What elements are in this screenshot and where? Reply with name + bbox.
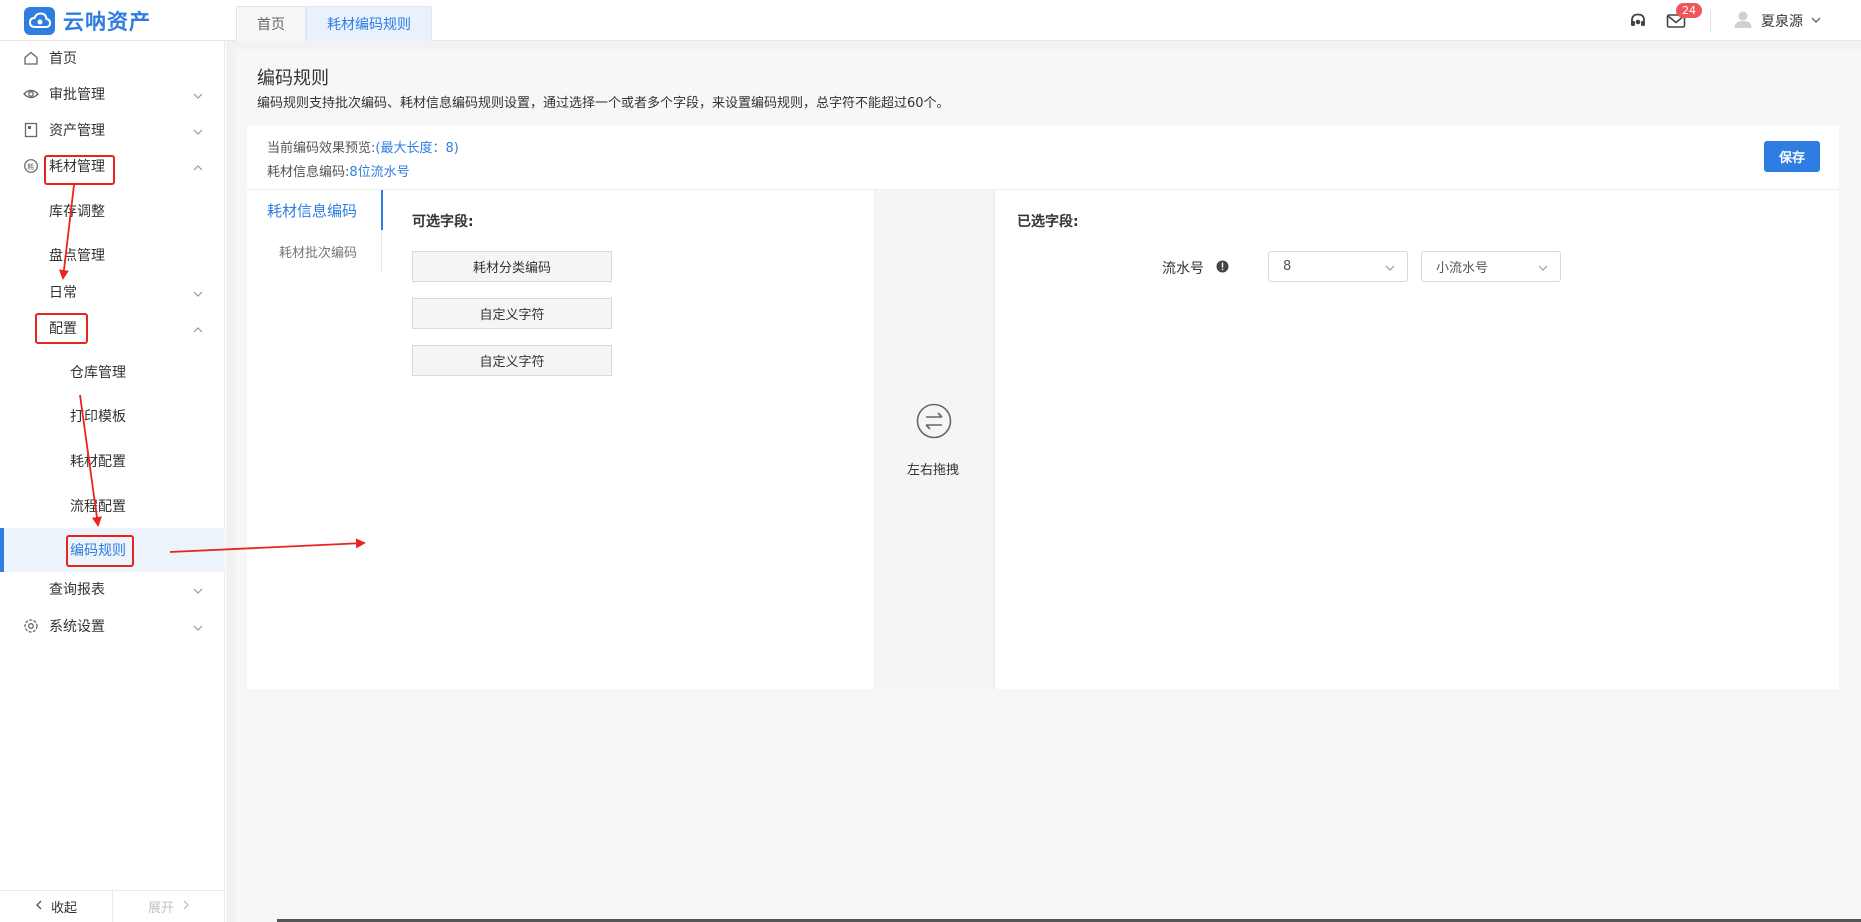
sidebar-item-label: 系统设置 [49, 619, 105, 635]
sidebar-item-label: 流程配置 [70, 499, 126, 515]
expand-label: 展开 [147, 901, 174, 916]
sidebar-item-warehouse[interactable]: 仓库管理 [0, 355, 225, 389]
annotation-box-coding-rules [66, 535, 134, 567]
sidebar-footer: 收起 展开 [0, 890, 225, 922]
tab-consumable-batch-code[interactable]: 耗材批次编码 [279, 242, 357, 261]
sidebar-item-home[interactable]: 首页 [0, 41, 225, 75]
drag-column [874, 190, 995, 689]
chevron-down-icon [193, 125, 203, 135]
sidebar-item-stock-adjust[interactable]: 库存调整 [0, 194, 225, 228]
tab-coding-rules[interactable]: 耗材编码规则 [306, 6, 432, 41]
sidebar-item-reports[interactable]: 查询报表 [0, 572, 225, 606]
selected-fields-title: 已选字段: [1017, 214, 1079, 230]
selected-indicator [0, 528, 4, 572]
tab-home[interactable]: 首页 [236, 6, 306, 41]
info-code-line: 耗材信息编码:8位流水号 [267, 161, 410, 180]
settings-icon [23, 618, 39, 634]
chevron-right-icon [182, 899, 190, 914]
sidebar-item-workflow-config[interactable]: 流程配置 [0, 489, 225, 523]
collapse-button[interactable]: 收起 [0, 891, 112, 922]
home-icon [23, 50, 39, 66]
sidebar-item-label: 打印模板 [70, 409, 126, 425]
serial-type-select[interactable]: 小流水号 [1421, 251, 1561, 282]
chevron-down-icon [1811, 13, 1821, 29]
sidebar-item-label: 耗材配置 [70, 454, 126, 470]
length-select[interactable]: 8 [1268, 251, 1408, 282]
chevron-left-icon [35, 899, 43, 914]
sidebar-item-approval[interactable]: 审批管理 [0, 77, 225, 111]
field-custom-char[interactable]: 自定义字符 [412, 298, 612, 329]
headset-icon[interactable] [1626, 9, 1650, 33]
mail-badge: 24 [1676, 2, 1702, 18]
brand-name: 云呐资产 [63, 10, 151, 34]
sidebar-item-label: 盘点管理 [49, 248, 105, 264]
sidebar-item-label: 仓库管理 [70, 365, 126, 381]
user-avatar-icon [1733, 9, 1753, 33]
chevron-down-icon [193, 89, 203, 99]
brand-logo[interactable]: 云呐资产 [24, 6, 151, 36]
tab-bar: 首页 耗材编码规则 [236, 6, 432, 41]
cloud-logo-icon [24, 7, 55, 35]
sidebar-item-consumable-config[interactable]: 耗材配置 [0, 444, 225, 478]
chevron-up-icon [193, 161, 203, 171]
consumable-icon: 耗 [23, 158, 39, 174]
expand-button[interactable]: 展开 [112, 891, 225, 922]
sidebar-item-label: 资产管理 [49, 123, 105, 139]
chevron-down-icon [1538, 262, 1548, 272]
sidebar-item-print-template[interactable]: 打印模板 [0, 399, 225, 433]
active-tab-indicator [381, 190, 383, 230]
chevron-down-icon [193, 287, 203, 297]
asset-icon [23, 122, 39, 138]
sidebar-item-config[interactable]: 配置 [0, 311, 225, 345]
user-name: 夏泉源 [1761, 13, 1803, 30]
swap-icon [916, 403, 952, 439]
card-divider [247, 189, 1839, 190]
chevron-down-icon [193, 584, 203, 594]
info-icon[interactable] [1216, 260, 1229, 273]
save-button[interactable]: 保存 [1764, 141, 1820, 172]
info-code-value: 8位流水号 [349, 165, 410, 180]
serial-type-select-value: 小流水号 [1436, 261, 1489, 276]
sidebar-item-daily[interactable]: 日常 [0, 275, 225, 309]
header-actions: 24 夏泉源 [1626, 0, 1821, 41]
preview-label: 当前编码效果预览: [267, 141, 376, 156]
sidebar-item-label: 审批管理 [49, 87, 105, 103]
sidebar-item-assets[interactable]: 资产管理 [0, 113, 225, 147]
annotation-box-consumables [44, 155, 115, 185]
field-custom-char[interactable]: 自定义字符 [412, 345, 612, 376]
mail-icon[interactable]: 24 [1664, 2, 1702, 33]
eye-icon [23, 86, 39, 102]
sidebar-item-label: 查询报表 [49, 582, 105, 598]
page-description: 编码规则支持批次编码、耗材信息编码规则设置，通过选择一个或者多个字段，来设置编码… [257, 96, 950, 111]
tab-consumable-info-code[interactable]: 耗材信息编码 [267, 200, 357, 221]
chevron-up-icon [193, 323, 203, 333]
sidebar-item-label: 首页 [49, 51, 77, 67]
user-menu[interactable]: 夏泉源 [1733, 9, 1821, 33]
sidebar-item-system-settings[interactable]: 系统设置 [0, 609, 225, 643]
field-category-code[interactable]: 耗材分类编码 [412, 251, 612, 282]
info-code-label: 耗材信息编码: [267, 165, 350, 180]
selected-field-label: 流水号 [1162, 261, 1204, 277]
collapse-label: 收起 [50, 901, 77, 916]
chevron-down-icon [193, 621, 203, 631]
preview-line: 当前编码效果预览:(最大长度：8) [267, 137, 459, 156]
header-divider [1710, 9, 1711, 32]
chevron-down-icon [1385, 262, 1395, 272]
page-title: 编码规则 [257, 68, 329, 89]
tab-divider [381, 230, 382, 272]
available-fields-title: 可选字段: [412, 214, 474, 230]
length-select-value: 8 [1283, 259, 1292, 274]
preview-max-length: (最大长度：8) [375, 141, 459, 156]
drag-hint: 左右拖拽 [907, 463, 960, 478]
sidebar-item-inventory-check[interactable]: 盘点管理 [0, 238, 225, 272]
svg-text:耗: 耗 [27, 163, 34, 171]
sidebar-item-label: 库存调整 [49, 204, 105, 220]
annotation-box-config [35, 313, 88, 344]
sidebar-item-label: 日常 [49, 285, 77, 301]
